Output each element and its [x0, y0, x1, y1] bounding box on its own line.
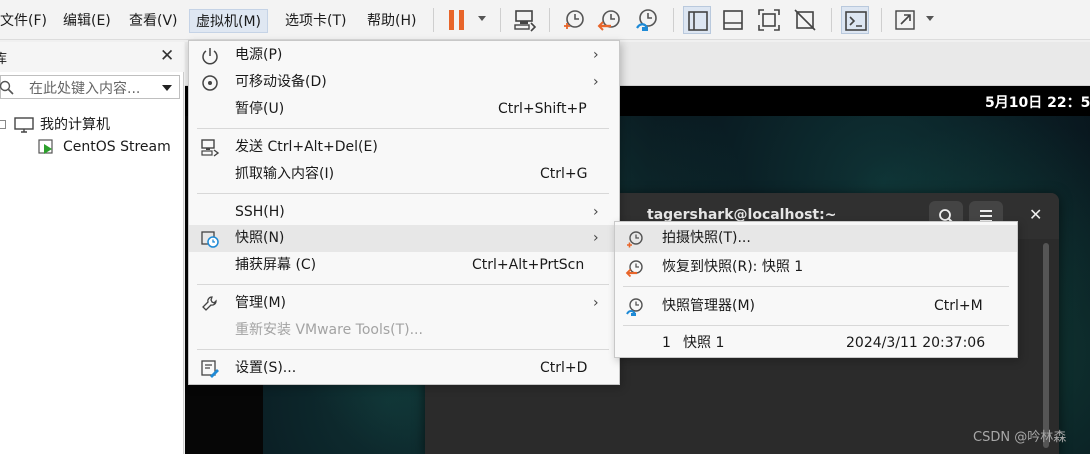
snapshot-list-item[interactable]: 1 快照 1 2024/3/11 20:37:06 [615, 330, 1017, 357]
vm-running-icon [38, 139, 53, 154]
library-title: 库 [0, 52, 8, 67]
collapse-icon[interactable] [0, 120, 6, 129]
menu-vm[interactable]: 虚拟机(M) [189, 9, 269, 33]
send-ctrl-alt-del-icon[interactable] [511, 6, 539, 34]
menu-item-reinstall-tools: 重新安装 VMware Tools(T)... [235, 322, 423, 338]
computer-icon [14, 117, 34, 133]
snapshot-manager-icon [626, 298, 643, 316]
menu-separator [623, 325, 1009, 326]
toolbar-separator [673, 8, 674, 32]
snapshot-revert-icon [625, 260, 643, 278]
menu-item-send-ctrl-alt-del[interactable]: 发送 Ctrl+Alt+Del(E) [189, 134, 619, 161]
full-screen-dropdown-icon[interactable] [926, 16, 934, 21]
library-panel: 库 ✕ 在此处键入内容... 我的计算机 CentOS Stream [0, 42, 184, 454]
menu-separator [623, 286, 1009, 287]
toolbar-separator [831, 8, 832, 32]
menu-separator [197, 349, 609, 350]
menu-view[interactable]: 查看(V) [129, 9, 178, 33]
search-dropdown-icon[interactable] [162, 85, 172, 91]
menu-help[interactable]: 帮助(H) [367, 9, 416, 33]
power-icon [202, 48, 218, 65]
menu-item-ssh[interactable]: SSH(H) › [189, 199, 619, 226]
search-icon [0, 80, 14, 95]
submenu-arrow-icon: › [593, 295, 599, 311]
send-keys-icon [201, 139, 220, 157]
thumbnail-bar-icon[interactable] [719, 6, 747, 34]
menu-item-manage[interactable]: 管理(M) › [189, 290, 619, 317]
settings-icon [201, 360, 219, 378]
console-view-icon[interactable] [841, 6, 869, 34]
menu-item-revert-snapshot[interactable]: 恢复到快照(R): 快照 1 [615, 254, 1017, 281]
pause-dropdown-icon[interactable] [478, 16, 486, 21]
watermark: CSDN @吟林森 [973, 430, 1067, 445]
unity-disabled-icon[interactable] [791, 6, 819, 34]
disc-icon [202, 75, 218, 91]
menu-item-take-snapshot[interactable]: 拍摄快照(T)... [615, 225, 1017, 252]
library-search-input[interactable]: 在此处键入内容... [0, 75, 180, 99]
tree-label: CentOS Stream [63, 139, 171, 155]
menu-separator [197, 128, 609, 129]
menu-item-snapshot[interactable]: 快照(N) › [189, 225, 619, 252]
guest-clock: 5月10日 22：5 [985, 95, 1090, 111]
menu-item-grab-input[interactable]: 抓取输入内容(I) Ctrl+G [189, 161, 619, 188]
snapshot-submenu: 拍摄快照(T)... 恢复到快照(R): 快照 1 快照管理器(M) Ctrl+… [614, 221, 1018, 358]
submenu-arrow-icon: › [593, 74, 599, 90]
snapshot-icon [201, 231, 219, 248]
snapshot-take-icon[interactable] [560, 6, 588, 34]
pause-icon[interactable] [443, 6, 471, 34]
submenu-arrow-icon: › [593, 230, 599, 246]
full-screen-icon[interactable] [891, 6, 919, 34]
menu-item-snapshot-manager[interactable]: 快照管理器(M) Ctrl+M [615, 293, 1017, 320]
submenu-arrow-icon: › [593, 204, 599, 220]
library-close-icon[interactable]: ✕ [160, 46, 174, 66]
menu-edit[interactable]: 编辑(E) [63, 9, 111, 33]
tree-label: 我的计算机 [40, 117, 110, 133]
toolbar-separator [500, 8, 501, 32]
library-header: 库 ✕ [0, 42, 184, 72]
menubar-toolbar: 文件(F) 编辑(E) 查看(V) 虚拟机(M) 选项卡(T) 帮助(H) [0, 0, 1090, 40]
fit-guest-icon[interactable] [755, 6, 783, 34]
menu-file[interactable]: 文件(F) [0, 9, 47, 33]
menu-item-pause[interactable]: 暂停(U) Ctrl+Shift+P [189, 96, 619, 123]
menu-item-settings[interactable]: 设置(S)... Ctrl+D [189, 355, 619, 382]
terminal-close-icon[interactable]: ✕ [1029, 205, 1042, 224]
terminal-scrollbar[interactable] [1043, 243, 1049, 448]
wrench-icon [202, 296, 217, 311]
toolbar-separator [881, 8, 882, 32]
menu-item-capture-screen[interactable]: 捕获屏幕 (C) Ctrl+Alt+PrtScn [189, 252, 619, 279]
show-library-icon[interactable] [683, 6, 711, 34]
menu-item-power[interactable]: 电源(P) › [189, 42, 619, 69]
submenu-arrow-icon: › [593, 47, 599, 63]
menu-separator [197, 193, 609, 194]
snapshot-manager-icon[interactable] [633, 6, 661, 34]
snapshot-revert-icon[interactable] [596, 6, 624, 34]
menu-tabs[interactable]: 选项卡(T) [285, 9, 346, 33]
menu-item-removable-devices[interactable]: 可移动设备(D) › [189, 69, 619, 96]
vm-menu: 电源(P) › 可移动设备(D) › 暂停(U) Ctrl+Shift+P 发送… [188, 40, 620, 385]
toolbar-separator [433, 8, 434, 32]
menu-separator [197, 284, 609, 285]
snapshot-take-icon [627, 231, 643, 248]
search-placeholder: 在此处键入内容... [29, 81, 141, 97]
toolbar-separator [549, 8, 550, 32]
